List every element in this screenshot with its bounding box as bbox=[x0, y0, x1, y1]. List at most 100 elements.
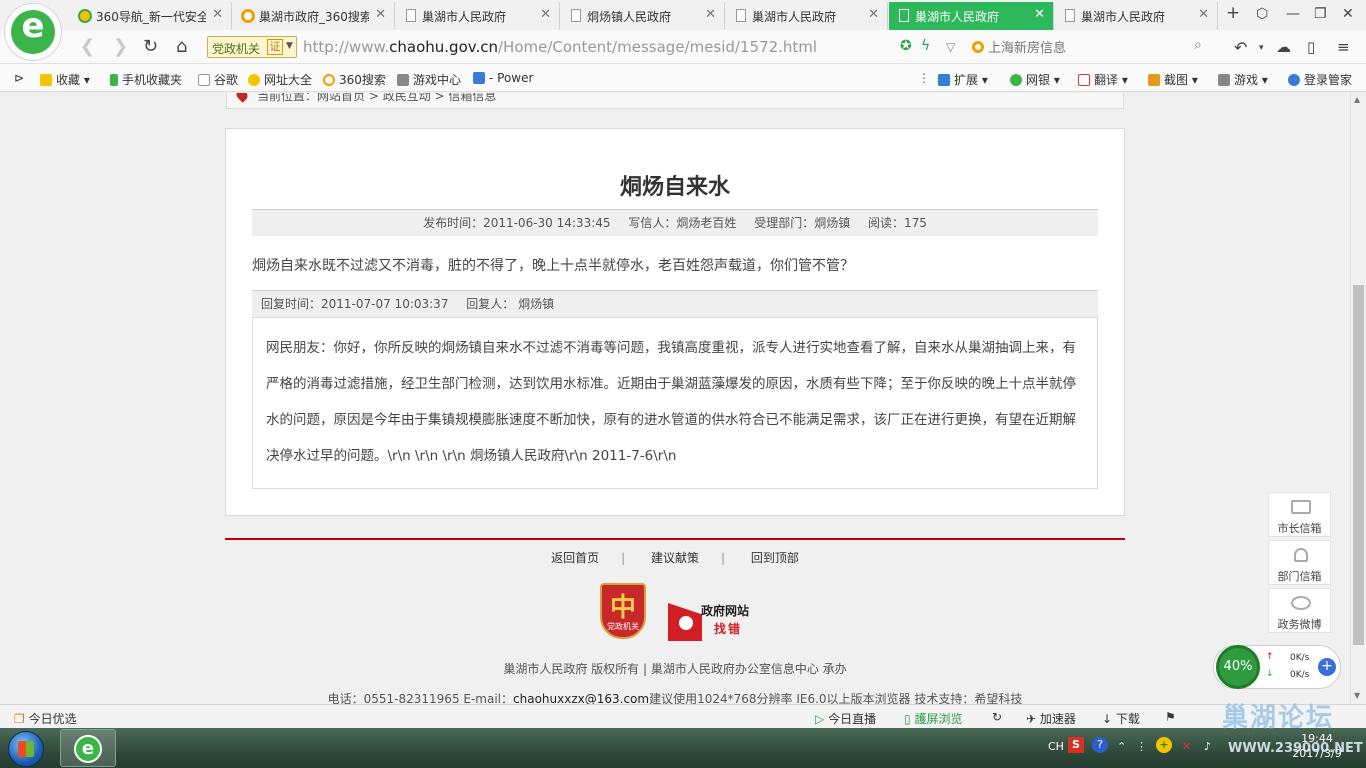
cloud-icon[interactable]: ☁ bbox=[1276, 38, 1291, 56]
tab-360-search[interactable]: 巢湖市政府_360搜索 ✕ bbox=[233, 2, 395, 30]
scissors-icon bbox=[1148, 74, 1160, 86]
accelerate-plus-icon[interactable]: + bbox=[1318, 658, 1336, 676]
tab-360-nav[interactable]: 360导航_新一代安全 ✕ bbox=[70, 2, 232, 30]
chevron-down-icon[interactable]: ▾ bbox=[1259, 43, 1264, 53]
language-indicator[interactable]: CH bbox=[1048, 740, 1064, 753]
vertical-scrollbar[interactable]: ▲ ▼ bbox=[1350, 93, 1366, 704]
close-icon[interactable]: ✕ bbox=[868, 7, 879, 22]
breadcrumb-label: 当前位置： bbox=[257, 93, 318, 103]
toolbar-screenshot[interactable]: 截图 ▾ bbox=[1148, 71, 1198, 88]
status-eye-care[interactable]: ▯ 護屏浏览 bbox=[904, 710, 962, 727]
scroll-down-icon[interactable]: ▼ bbox=[1354, 691, 1360, 700]
tab-chaohu-3[interactable]: 巢湖市人民政府 ✕ bbox=[1055, 2, 1218, 30]
breadcrumb-mailbox[interactable]: 信箱信息 bbox=[448, 93, 496, 103]
breadcrumb-home[interactable]: 网站首页 bbox=[317, 93, 365, 103]
toolbar-games[interactable]: 游戏 ▾ bbox=[1218, 71, 1268, 88]
gamepad-icon bbox=[1218, 74, 1230, 86]
forward-icon[interactable]: ❯ bbox=[113, 36, 128, 57]
search-input[interactable] bbox=[988, 36, 1188, 58]
close-icon[interactable]: ✕ bbox=[1034, 7, 1045, 22]
more-icon[interactable]: ⋮ bbox=[918, 71, 930, 85]
close-icon[interactable]: ✕ bbox=[1198, 7, 1209, 22]
memory-percent: 40% bbox=[1216, 645, 1260, 689]
tray-expand-icon[interactable]: ⌃ bbox=[1117, 740, 1126, 753]
gov-cert-badge[interactable]: 党政机关 证 ▼ bbox=[207, 36, 297, 58]
menu-icon[interactable]: ≡ bbox=[1337, 38, 1350, 56]
toolbar-label: 扩展 bbox=[954, 73, 979, 87]
bookmark-360search[interactable]: 360搜索 bbox=[323, 71, 386, 88]
contact-note: 建议使用1024*768分辨率 IE6.0以上版本浏览器 技术支持：希望科技 bbox=[649, 692, 1023, 704]
help-icon[interactable]: ? bbox=[1092, 737, 1108, 753]
close-icon[interactable]: ✕ bbox=[212, 7, 223, 22]
minimize-icon[interactable]: — bbox=[1286, 6, 1300, 22]
url-field[interactable]: http://www.chaohu.gov.cn/Home/Content/me… bbox=[303, 38, 817, 56]
search-box[interactable]: ⌕ bbox=[968, 36, 1218, 58]
close-icon[interactable]: ✕ bbox=[540, 7, 551, 22]
upload-speed: 0K/s bbox=[1290, 653, 1310, 663]
page-icon bbox=[406, 9, 416, 22]
tray-more-icon[interactable]: ⋮ bbox=[1136, 740, 1147, 753]
close-icon[interactable]: ✕ bbox=[705, 7, 716, 22]
footer-link-suggest[interactable]: 建议献策 bbox=[651, 549, 699, 566]
skin-icon[interactable]: ⬡ bbox=[1256, 6, 1268, 22]
footer-link-top[interactable]: 回到顶部 bbox=[751, 549, 799, 566]
network-error-icon[interactable]: ✕ bbox=[1182, 740, 1191, 753]
360-guard-icon[interactable]: + bbox=[1156, 737, 1172, 753]
bookmark-google[interactable]: 谷歌 bbox=[198, 71, 238, 88]
toolbar-bank[interactable]: 网银 ▾ bbox=[1010, 71, 1060, 88]
sidebar-toggle-icon[interactable]: ⊳ bbox=[14, 71, 24, 85]
gift-icon: ❒ bbox=[14, 712, 25, 726]
tab-chaohu-1[interactable]: 巢湖市人民政府 ✕ bbox=[396, 2, 560, 30]
browser-icon: e bbox=[74, 735, 102, 763]
bookmark-sites[interactable]: 网址大全 bbox=[248, 71, 312, 88]
toolbar-label: 游戏 bbox=[1234, 73, 1259, 87]
close-icon[interactable]: ✕ bbox=[375, 7, 386, 22]
sogou-icon[interactable]: S bbox=[1068, 737, 1084, 753]
start-button[interactable] bbox=[8, 731, 44, 767]
bookmark-power[interactable]: - Power bbox=[473, 71, 533, 85]
page-icon bbox=[736, 9, 746, 22]
contact-email[interactable]: chaohuxxzx@163.com bbox=[513, 692, 649, 704]
scroll-thumb[interactable] bbox=[1353, 285, 1364, 645]
browser-logo-icon[interactable]: e bbox=[4, 3, 62, 61]
toolbar-login[interactable]: 登录管家 bbox=[1288, 71, 1352, 88]
taskbar-browser[interactable]: e bbox=[60, 729, 116, 767]
bookmark-mobile[interactable]: 手机收藏夹 bbox=[110, 71, 182, 88]
restore-icon[interactable]: ❐ bbox=[1314, 6, 1327, 22]
toolbar-extensions[interactable]: 扩展 ▾ bbox=[938, 71, 988, 88]
footer-link-home[interactable]: 返回首页 bbox=[551, 549, 599, 566]
refresh-icon[interactable]: ↻ bbox=[143, 36, 158, 57]
network-speed-widget[interactable]: 40% ↑ 0K/s ↓ 0K/s + bbox=[1213, 645, 1341, 689]
status-refresh[interactable]: ↻ bbox=[992, 710, 1002, 724]
security-icon[interactable]: ✪ bbox=[900, 38, 912, 54]
side-dept-mailbox[interactable]: 部门信箱 bbox=[1268, 540, 1331, 585]
chevron-down-icon: ▼ bbox=[286, 41, 293, 51]
volume-icon[interactable]: ♪ bbox=[1204, 740, 1211, 753]
side-mayor-mailbox[interactable]: 市长信箱 bbox=[1268, 492, 1331, 537]
gov-site-error-badge[interactable]: 政府网站 找错 bbox=[668, 601, 760, 645]
speed-icon[interactable]: ϟ bbox=[921, 38, 930, 54]
scroll-up-icon[interactable]: ▲ bbox=[1354, 95, 1360, 104]
home-icon[interactable]: ⌂ bbox=[176, 36, 187, 57]
search-icon[interactable]: ⌕ bbox=[1194, 37, 1202, 53]
undo-icon[interactable]: ↶ bbox=[1234, 38, 1247, 57]
tab-chaohu-2[interactable]: 巢湖市人民政府 ✕ bbox=[726, 2, 888, 30]
party-gov-badge[interactable]: 中 党政机关 bbox=[600, 583, 646, 639]
new-tab-plus-icon[interactable]: + bbox=[1226, 3, 1240, 23]
today-picks[interactable]: ❒ 今日优选 bbox=[14, 710, 77, 727]
bookmark-favorites[interactable]: 收藏 ▾ bbox=[40, 71, 90, 88]
phone-icon[interactable]: ▯ bbox=[1307, 38, 1315, 56]
tab-tongyang[interactable]: 烔炀镇人民政府 ✕ bbox=[561, 2, 725, 30]
status-download[interactable]: ↓ 下载 bbox=[1102, 710, 1140, 727]
window-close-icon[interactable]: ✕ bbox=[1342, 6, 1354, 22]
breadcrumb-interaction[interactable]: 政民互动 bbox=[383, 93, 431, 103]
url-dropdown-icon[interactable]: ▽ bbox=[946, 40, 955, 54]
flag-icon[interactable]: ⚑ bbox=[1165, 710, 1176, 724]
back-icon[interactable]: ❮ bbox=[80, 36, 95, 57]
toolbar-translate[interactable]: 翻译 ▾ bbox=[1078, 71, 1128, 88]
side-weibo[interactable]: 政务微博 bbox=[1268, 588, 1331, 633]
status-live[interactable]: ▷ 今日直播 bbox=[815, 710, 876, 727]
tab-chaohu-active[interactable]: 巢湖市人民政府 ✕ bbox=[889, 2, 1054, 30]
bookmark-games[interactable]: 游戏中心 bbox=[397, 71, 461, 88]
status-accelerator[interactable]: ✈ 加速器 bbox=[1026, 710, 1076, 727]
